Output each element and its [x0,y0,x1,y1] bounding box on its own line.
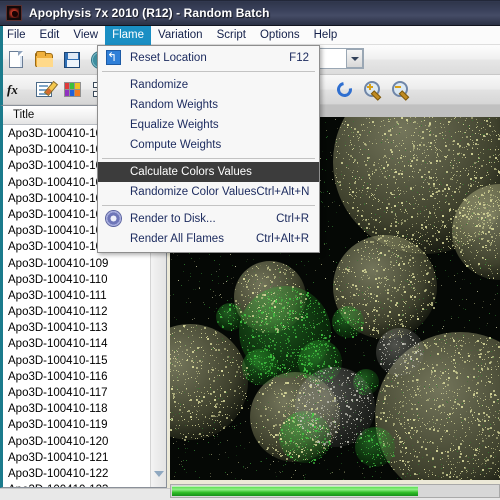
menu-item-shortcut: Ctrl+R [276,213,309,225]
menubar-accent [0,26,3,45]
menu-item-label: Randomize [130,79,189,91]
open-folder-icon [35,50,53,67]
menu-item-random-weights[interactable]: Random Weights [98,95,319,115]
menu-item-calculate-colors-values[interactable]: Calculate Colors Values [98,162,319,182]
transform-editor-button[interactable]: fx [4,78,28,102]
menu-item-equalize-weights[interactable]: Equalize Weights [98,115,319,135]
new-flame-button[interactable] [4,48,28,72]
menu-item-shortcut: Ctrl+Alt+R [255,233,309,245]
list-item[interactable]: Apo3D-100410-109 [8,256,152,272]
menu-item-label: Calculate Colors Values [130,166,252,178]
menu-item-compute-weights[interactable]: Compute Weights [98,135,319,155]
menu-bar: File Edit View Flame Variation Script Op… [0,25,500,45]
app-fractal-icon [6,4,22,21]
menu-item-reset-location[interactable]: Reset Location F12 [98,48,319,68]
save-disk-icon [64,51,80,68]
zoom-in-button[interactable] [360,78,384,102]
menu-item-label: Render to Disk... [130,213,216,225]
menu-file[interactable]: File [0,26,33,45]
title-bar: Apophysis 7x 2010 (R12) - Random Batch [0,0,500,26]
refresh-icon [333,79,355,100]
zoom-out-icon [391,81,409,98]
reset-location-icon [106,50,122,66]
render-progress-fill [172,486,418,496]
menu-separator [102,71,315,72]
menu-item-randomize[interactable]: Randomize [98,75,319,95]
open-flame-button[interactable] [32,48,56,72]
list-item[interactable]: Apo3D-100410-114 [8,336,152,352]
flame-menu-dropdown[interactable]: Reset Location F12 Randomize Random Weights… [97,45,320,253]
toolbar-accent [0,45,3,75]
column-header-title: Title [13,109,35,121]
menu-item-shortcut: Ctrl+Alt+N [256,186,310,198]
list-item[interactable]: Apo3D-100410-120 [8,434,152,450]
list-item[interactable]: Apo3D-100410-117 [8,385,152,401]
gradient-button[interactable] [60,78,84,102]
list-item[interactable]: Apo3D-100410-112 [8,304,152,320]
menu-edit[interactable]: Edit [33,26,67,45]
list-item[interactable]: Apo3D-100410-116 [8,369,152,385]
window-title: Apophysis 7x 2010 (R12) - Random Batch [29,5,270,20]
application-window: Apophysis 7x 2010 (R12) - Random Batch F… [0,0,500,500]
zoom-out-button[interactable] [388,78,412,102]
list-item[interactable]: Apo3D-100410-119 [8,417,152,433]
list-item[interactable]: Apo3D-100410-115 [8,353,152,369]
menu-help[interactable]: Help [307,26,345,45]
menu-separator [102,158,315,159]
list-item[interactable]: Apo3D-100410-113 [8,320,152,336]
menu-view[interactable]: View [66,26,105,45]
color-palette-icon [63,82,81,97]
list-item[interactable]: Apo3D-100410-123 [8,482,152,487]
list-item[interactable]: Apo3D-100410-110 [8,272,152,288]
menu-variation[interactable]: Variation [151,26,210,45]
zoom-in-icon [363,81,381,98]
chevron-down-icon [154,471,164,477]
menu-item-shortcut: F12 [289,52,309,64]
list-item[interactable]: Apo3D-100410-111 [8,288,152,304]
menu-item-label: Reset Location [130,52,207,64]
menu-item-render-all-flames[interactable]: Render All Flames Ctrl+Alt+R [98,229,319,249]
menu-item-randomize-color-values[interactable]: Randomize Color Values Ctrl+Alt+N [98,182,319,202]
menu-item-label: Randomize Color Values [130,186,257,198]
list-item[interactable]: Apo3D-100410-121 [8,450,152,466]
list-item[interactable]: Apo3D-100410-122 [8,466,152,482]
menu-item-label: Compute Weights [130,139,222,151]
fx-icon: fx [7,81,18,97]
edit-script-button[interactable] [32,78,56,102]
menu-separator [102,205,315,206]
gear-icon [106,211,122,227]
list-item[interactable]: Apo3D-100410-118 [8,401,152,417]
title-bar-edge [0,0,500,2]
menu-item-label: Random Weights [130,99,218,111]
menu-item-render-to-disk[interactable]: Render to Disk... Ctrl+R [98,209,319,229]
render-progress-bar [170,484,500,498]
toolbar-accent-2 [0,75,3,105]
combobox-dropdown-button[interactable] [346,49,363,68]
edit-pencil-icon [36,82,52,97]
quality-combobox[interactable] [318,48,364,69]
menu-flame[interactable]: Flame [105,25,152,45]
menu-script[interactable]: Script [210,26,253,45]
refresh-button[interactable] [332,78,356,102]
scrollbar-down-arrow[interactable] [151,467,166,481]
new-document-icon [9,51,23,68]
menu-item-label: Render All Flames [130,233,224,245]
chevron-down-icon [350,56,359,61]
menu-options[interactable]: Options [253,26,307,45]
menu-item-label: Equalize Weights [130,119,219,131]
save-flame-button[interactable] [60,48,84,72]
